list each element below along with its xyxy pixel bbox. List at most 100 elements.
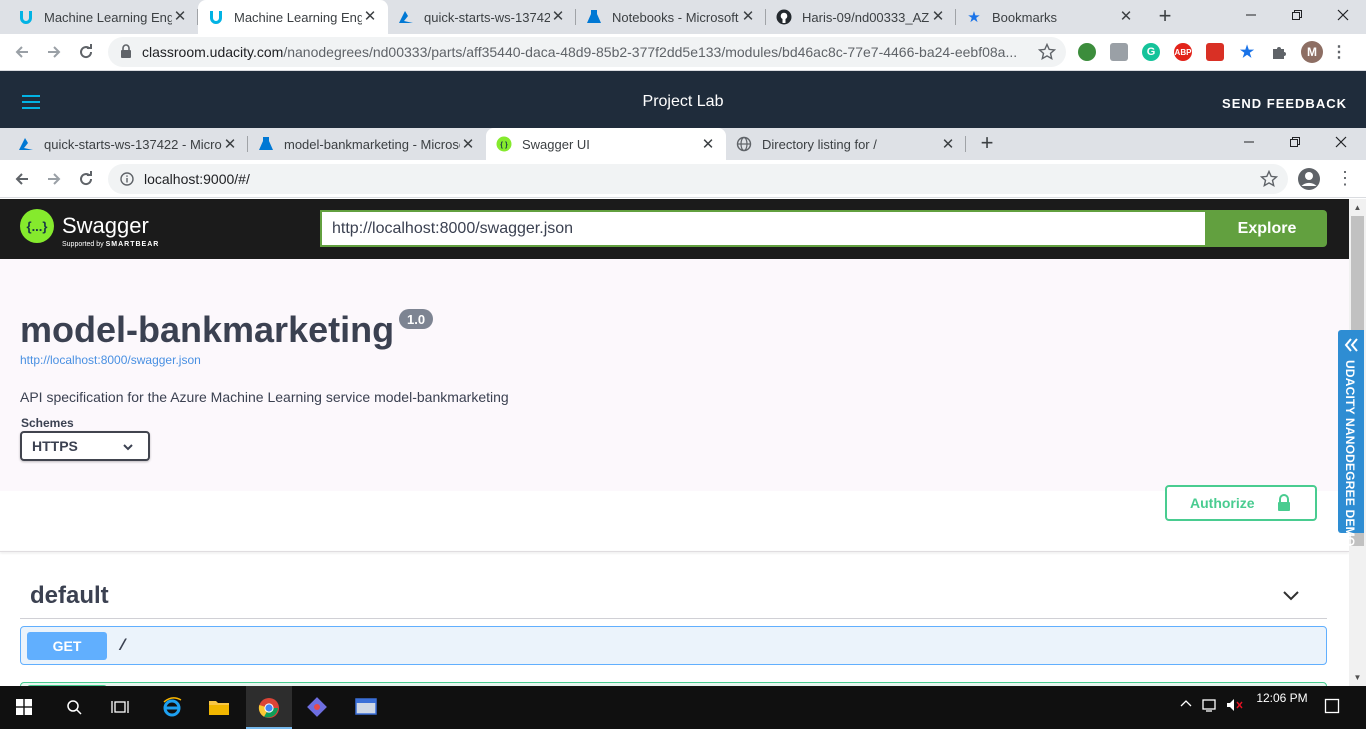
file-explorer-icon[interactable] — [204, 692, 234, 722]
close-icon[interactable]: ✕ — [460, 135, 476, 153]
outer-tab-3[interactable]: quick-starts-ws-137422 ✕ — [388, 0, 576, 34]
scroll-up-arrow-icon[interactable]: ▲ — [1349, 199, 1366, 216]
outer-tab-2[interactable]: Machine Learning Engi ✕ — [198, 0, 388, 34]
operation-get-root[interactable]: GET / — [20, 626, 1327, 665]
chevron-up-icon[interactable] — [1180, 698, 1192, 711]
outer-tab-title: quick-starts-ws-137422 — [424, 9, 550, 25]
inner-tab-4[interactable]: Directory listing for / ✕ — [726, 128, 966, 160]
outer-tab-4[interactable]: Notebooks - Microsoft ✕ — [576, 0, 766, 34]
chrome-taskbar-icon[interactable] — [246, 686, 292, 729]
inner-tab-title: Directory listing for / — [762, 136, 877, 152]
udacity-icon — [18, 9, 34, 25]
inner-tab-strip: quick-starts-ws-137422 - Micros ✕ model-… — [0, 128, 1366, 160]
minimize-button[interactable] — [1228, 0, 1274, 30]
outer-tab-1[interactable]: Machine Learning Engi ✕ — [8, 0, 198, 34]
chevron-down-icon[interactable] — [1281, 585, 1301, 610]
bookmark-star-icon[interactable] — [1259, 169, 1279, 191]
explore-button[interactable]: Explore — [1207, 210, 1327, 247]
github-icon — [776, 9, 792, 25]
chrome-menu-icon[interactable]: ⋮ — [1336, 168, 1354, 188]
reload-button[interactable] — [74, 40, 98, 64]
bookmark-star-icon[interactable] — [1037, 42, 1057, 64]
new-tab-button[interactable]: + — [1153, 5, 1177, 29]
restore-button[interactable] — [1272, 128, 1318, 156]
close-icon — [1337, 9, 1349, 21]
api-info: model-bankmarketing 1.0 http://localhost… — [0, 259, 1349, 491]
taskbar-clock[interactable]: 12:06 PM — [1254, 691, 1310, 705]
close-icon[interactable]: ✕ — [930, 9, 946, 25]
double-chevron-left-icon — [1344, 338, 1358, 352]
azure-ml-icon — [258, 136, 274, 152]
version-badge: 1.0 — [399, 309, 434, 329]
send-feedback-button[interactable]: SEND FEEDBACK — [1222, 96, 1347, 111]
udacity-header: Project Lab SEND FEEDBACK — [0, 71, 1366, 128]
tab-separator — [965, 136, 966, 152]
network-icon[interactable] — [1202, 698, 1218, 715]
close-icon[interactable]: ✕ — [362, 9, 378, 25]
address-bar[interactable]: classroom.udacity.com /nanodegrees/nd003… — [108, 37, 1066, 67]
close-icon[interactable]: ✕ — [550, 9, 566, 25]
arrow-left-icon — [15, 173, 28, 185]
brand-sub-name: SMARTBEAR — [105, 241, 160, 248]
internet-explorer-icon[interactable] — [157, 692, 187, 722]
window-close-button[interactable] — [1318, 128, 1364, 156]
bookmark-extension-icon[interactable]: ★ — [1238, 43, 1256, 61]
address-bar[interactable]: localhost:9000/#/ — [108, 164, 1288, 194]
tag-name: default — [30, 582, 109, 609]
udacity-icon — [208, 9, 224, 25]
grammarly-icon[interactable]: G — [1142, 43, 1160, 61]
forward-button[interactable] — [42, 167, 66, 191]
udacity-demo-tab[interactable]: UDACITY NANODEGREE DEMO — [1338, 330, 1364, 546]
minimize-button[interactable] — [1226, 128, 1272, 156]
outer-tab-title: Machine Learning Engi — [234, 9, 362, 25]
camera-extension-icon[interactable] — [1110, 43, 1128, 61]
search-icon[interactable] — [59, 692, 89, 722]
close-icon[interactable]: ✕ — [940, 135, 956, 153]
pdf-extension-icon[interactable] — [1206, 43, 1224, 61]
back-button[interactable] — [10, 40, 34, 64]
close-icon[interactable]: ✕ — [1118, 9, 1134, 25]
restore-button[interactable] — [1274, 0, 1320, 30]
reload-button[interactable] — [74, 167, 98, 191]
adblock-plus-icon[interactable]: ABP — [1174, 43, 1192, 61]
close-icon[interactable]: ✕ — [740, 9, 756, 25]
info-icon[interactable] — [120, 172, 134, 186]
tag-section-header[interactable]: default — [20, 569, 1327, 619]
swagger-logo-icon: {...} — [20, 209, 54, 243]
star-icon: ★ — [967, 9, 981, 26]
app-icon-tools[interactable] — [302, 692, 332, 722]
forward-button[interactable] — [42, 40, 66, 64]
puzzle-extensions-icon[interactable] — [1270, 43, 1288, 61]
lock-icon — [120, 43, 132, 61]
notification-icon[interactable] — [1324, 698, 1340, 717]
back-button[interactable] — [10, 167, 34, 191]
task-view-icon[interactable] — [105, 692, 135, 722]
close-icon[interactable]: ✕ — [700, 135, 716, 153]
scheme-selected: HTTPS — [32, 438, 78, 454]
scroll-down-arrow-icon[interactable]: ▼ — [1349, 669, 1366, 686]
windows-start-icon[interactable] — [9, 692, 39, 722]
schemes-label: Schemes — [21, 416, 74, 430]
chrome-menu-icon[interactable]: ⋮ — [1331, 43, 1347, 61]
extension-globe-icon[interactable] — [1078, 43, 1096, 61]
close-icon[interactable]: ✕ — [172, 9, 188, 25]
spec-link[interactable]: http://localhost:8000/swagger.json — [20, 353, 201, 367]
inner-tab-3[interactable]: { } Swagger UI ✕ — [486, 128, 726, 160]
spec-url-input[interactable]: http://localhost:8000/swagger.json — [320, 210, 1207, 247]
svg-text:{ }: { } — [500, 142, 508, 149]
outer-tab-6[interactable]: ★ Bookmarks ✕ — [956, 0, 1144, 34]
app-icon-window[interactable] — [351, 692, 381, 722]
authorize-button[interactable]: Authorize — [1165, 485, 1317, 521]
account-circle-icon[interactable] — [1297, 167, 1321, 191]
window-close-button[interactable] — [1320, 0, 1366, 30]
azure-icon — [398, 9, 414, 25]
outer-tab-5[interactable]: Haris-09/nd00333_AZM ✕ — [766, 0, 956, 34]
volume-muted-icon[interactable] — [1226, 698, 1244, 715]
schemes-select[interactable]: HTTPS — [20, 431, 150, 461]
inner-tab-2[interactable]: model-bankmarketing - Microsof ✕ — [248, 128, 486, 160]
swagger-brand: Swagger — [62, 213, 149, 238]
inner-tab-1[interactable]: quick-starts-ws-137422 - Micros ✕ — [8, 128, 248, 160]
profile-avatar[interactable]: M — [1301, 41, 1323, 63]
new-tab-button[interactable]: + — [975, 132, 999, 156]
close-icon[interactable]: ✕ — [222, 135, 238, 153]
